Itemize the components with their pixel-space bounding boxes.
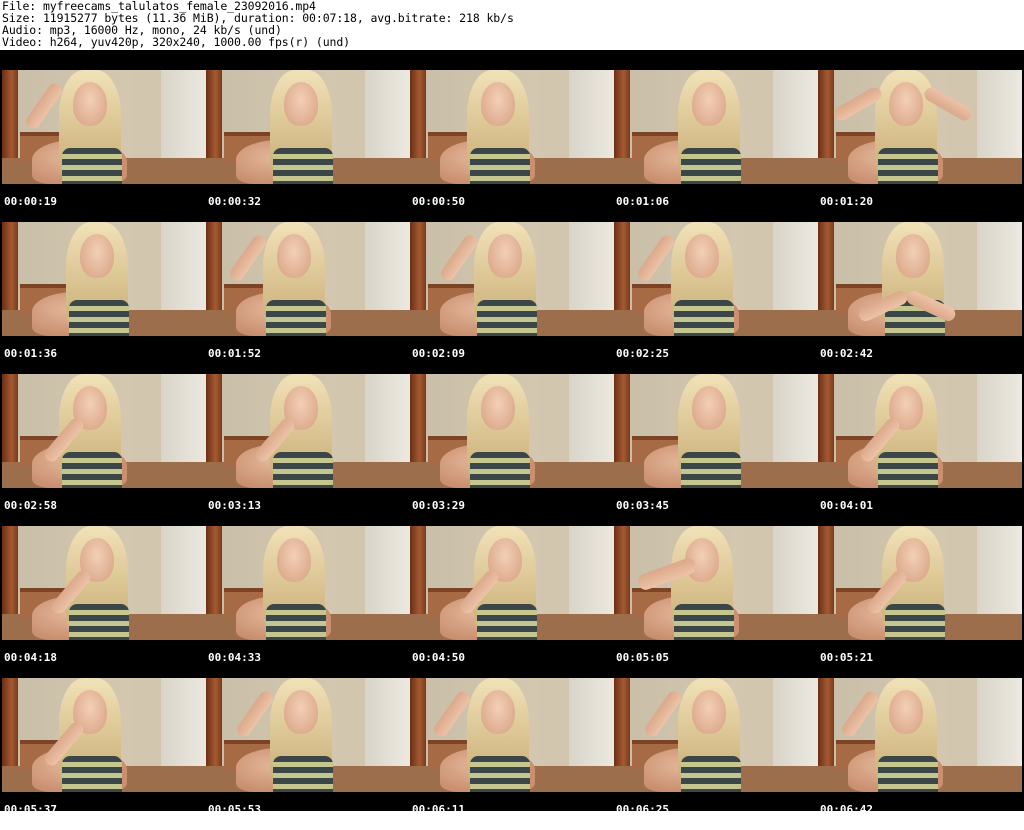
thumbnail-cell: 00:05:37	[2, 678, 206, 830]
timestamp-label: 00:06:25	[616, 803, 669, 816]
thumbnail-cell: 00:05:21	[818, 526, 1022, 678]
video-frame-thumbnail	[2, 374, 206, 488]
video-frame-thumbnail	[818, 222, 1022, 336]
timestamp-label: 00:05:53	[208, 803, 261, 816]
video-frame-thumbnail	[206, 374, 410, 488]
thumbnail-cell: 00:04:33	[206, 526, 410, 678]
video-frame-thumbnail	[818, 70, 1022, 184]
thumbnail-cell: 00:02:42	[818, 222, 1022, 374]
video-frame-thumbnail	[614, 374, 818, 488]
video-frame-thumbnail	[2, 678, 206, 792]
thumbnail-cell: 00:02:09	[410, 222, 614, 374]
video-line: Video: h264, yuv420p, 320x240, 1000.00 f…	[2, 35, 351, 49]
timestamp-label: 00:04:01	[820, 499, 873, 512]
thumbnail-cell: 00:06:42	[818, 678, 1022, 830]
thumbnail-cell: 00:02:25	[614, 222, 818, 374]
timestamp-label: 00:00:19	[4, 195, 57, 208]
thumbnail-cell: 00:00:32	[206, 70, 410, 222]
timestamp-label: 00:05:05	[616, 651, 669, 664]
thumbnail-cell: 00:03:13	[206, 374, 410, 526]
thumbnail-cell: 00:06:25	[614, 678, 818, 830]
timestamp-label: 00:01:06	[616, 195, 669, 208]
video-frame-thumbnail	[614, 222, 818, 336]
thumbnail-cell: 00:04:18	[2, 526, 206, 678]
thumbnail-cell: 00:05:53	[206, 678, 410, 830]
video-frame-thumbnail	[206, 526, 410, 640]
timestamp-label: 00:00:50	[412, 195, 465, 208]
timestamp-label: 00:02:42	[820, 347, 873, 360]
timestamp-label: 00:03:45	[616, 499, 669, 512]
video-frame-thumbnail	[614, 70, 818, 184]
timestamp-label: 00:03:13	[208, 499, 261, 512]
video-frame-thumbnail	[206, 678, 410, 792]
video-frame-thumbnail	[818, 678, 1022, 792]
thumbnail-cell: 00:03:45	[614, 374, 818, 526]
timestamp-label: 00:01:52	[208, 347, 261, 360]
video-frame-thumbnail	[206, 70, 410, 184]
video-frame-thumbnail	[2, 526, 206, 640]
video-frame-thumbnail	[410, 70, 614, 184]
thumbnail-cell: 00:00:19	[2, 70, 206, 222]
video-frame-thumbnail	[614, 678, 818, 792]
video-frame-thumbnail	[2, 222, 206, 336]
timestamp-label: 00:06:42	[820, 803, 873, 816]
thumbnail-cell: 00:00:50	[410, 70, 614, 222]
thumbnail-cell: 00:01:06	[614, 70, 818, 222]
video-frame-thumbnail	[2, 70, 206, 184]
timestamp-label: 00:04:18	[4, 651, 57, 664]
timestamp-label: 00:02:25	[616, 347, 669, 360]
timestamp-label: 00:02:58	[4, 499, 57, 512]
file-info-header: File: myfreecams_talulatos_female_230920…	[0, 0, 1024, 50]
video-frame-thumbnail	[614, 526, 818, 640]
video-frame-thumbnail	[206, 222, 410, 336]
thumbnail-cell: 00:05:05	[614, 526, 818, 678]
timestamp-label: 00:00:32	[208, 195, 261, 208]
thumbnail-cell: 00:04:50	[410, 526, 614, 678]
thumbnail-cell: 00:03:29	[410, 374, 614, 526]
timestamp-label: 00:04:33	[208, 651, 261, 664]
timestamp-label: 00:02:09	[412, 347, 465, 360]
timestamp-label: 00:01:20	[820, 195, 873, 208]
timestamp-label: 00:05:37	[4, 803, 57, 816]
thumbnail-grid: 00:00:19 00:00:32 00:00:50 00:01:06 00:01:20…	[0, 50, 1024, 816]
timestamp-label: 00:06:11	[412, 803, 465, 816]
video-frame-thumbnail	[818, 374, 1022, 488]
thumbnail-cell: 00:01:36	[2, 222, 206, 374]
timestamp-label: 00:01:36	[4, 347, 57, 360]
timestamp-label: 00:03:29	[412, 499, 465, 512]
thumbnail-cell: 00:06:11	[410, 678, 614, 830]
thumbnail-cell: 00:01:52	[206, 222, 410, 374]
thumbnail-cell: 00:01:20	[818, 70, 1022, 222]
thumbnail-cell: 00:04:01	[818, 374, 1022, 526]
timestamp-label: 00:05:21	[820, 651, 873, 664]
timestamp-label: 00:04:50	[412, 651, 465, 664]
video-frame-thumbnail	[410, 678, 614, 792]
video-frame-thumbnail	[410, 222, 614, 336]
video-frame-thumbnail	[818, 526, 1022, 640]
thumbnail-cell: 00:02:58	[2, 374, 206, 526]
video-frame-thumbnail	[410, 374, 614, 488]
video-frame-thumbnail	[410, 526, 614, 640]
